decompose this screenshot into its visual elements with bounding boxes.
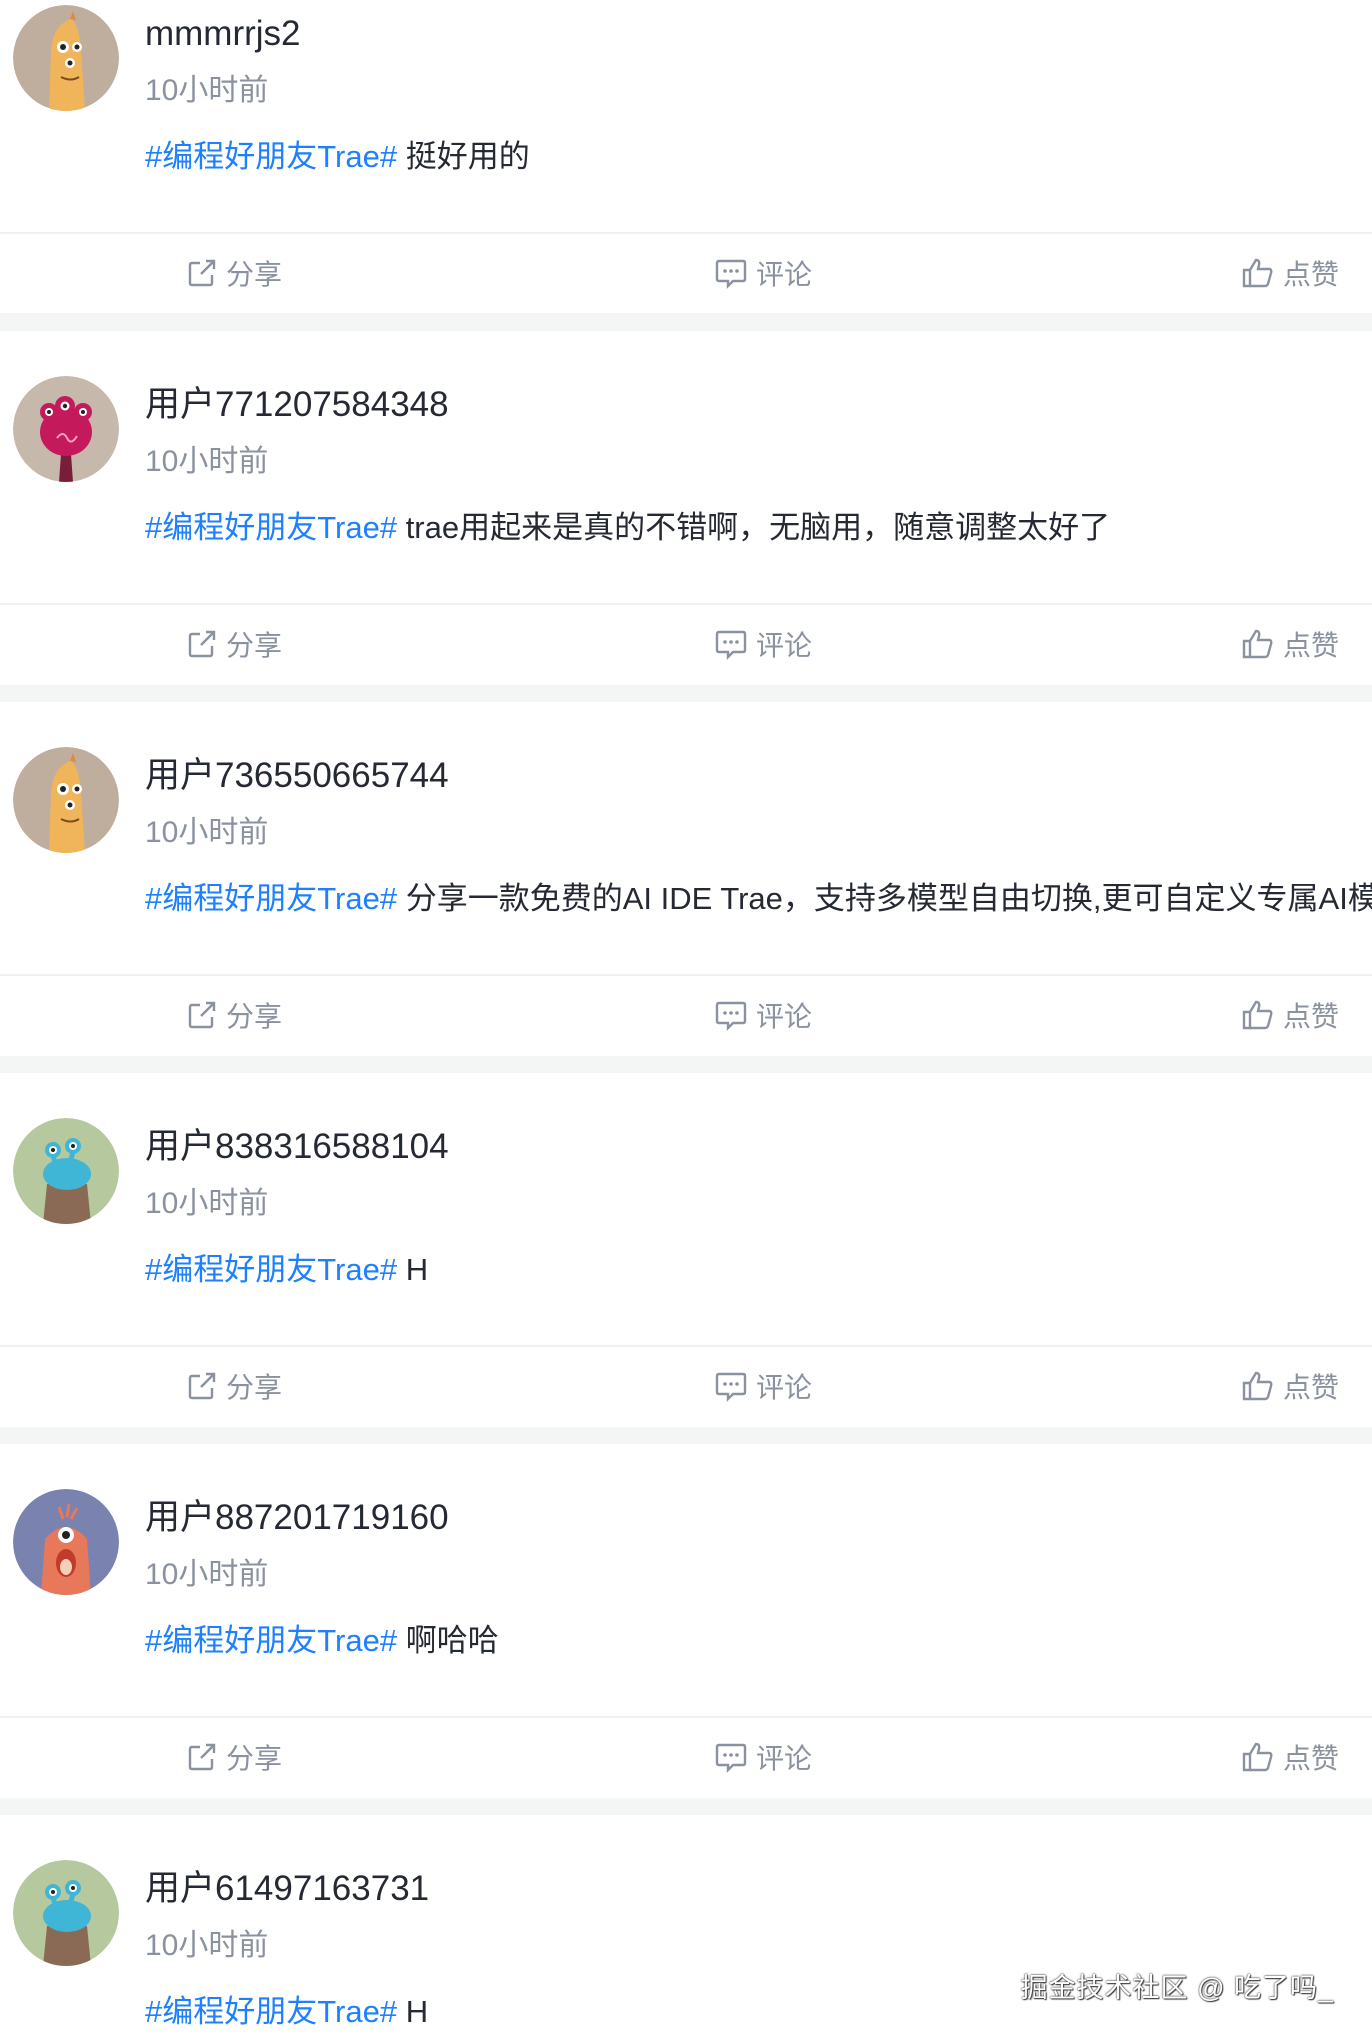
username[interactable]: 用户61497163731 (145, 1867, 429, 1911)
share-icon (188, 1743, 216, 1771)
watermark: 掘金技术社区 @ 吃了吗_ (1020, 1973, 1334, 2003)
action-bar: 分享 评论 点赞 (0, 603, 1372, 683)
share-label: 分享 (226, 630, 283, 661)
post-card: 用户736550665744 10小时前 #编程好朋友Trae# 分享一款免费的… (0, 702, 1372, 1056)
like-button[interactable]: 点赞 (1241, 976, 1339, 1054)
comment-button[interactable]: 评论 (714, 976, 812, 1054)
share-button[interactable]: 分享 (186, 1718, 282, 1796)
share-icon (188, 1372, 216, 1400)
topic-link[interactable]: #编程好朋友Trae# (145, 1252, 397, 1287)
topic-link[interactable]: #编程好朋友Trae# (145, 881, 397, 916)
orange-creature-avatar[interactable] (13, 747, 119, 853)
post-time: 10小时前 (145, 1929, 269, 1962)
comment-icon (715, 1743, 747, 1773)
orange-creature-avatar[interactable] (13, 5, 119, 111)
share-button[interactable]: 分享 (186, 976, 282, 1054)
share-icon (188, 630, 216, 658)
thumbs-up-icon (1242, 258, 1273, 288)
share-icon (188, 259, 216, 287)
teal-creature-avatar[interactable] (13, 1860, 119, 1966)
username[interactable]: 用户838316588104 (145, 1125, 449, 1169)
post-text: trae用起来是真的不错啊，无脑用，随意调整太好了 (397, 510, 1111, 545)
topic-link[interactable]: #编程好朋友Trae# (145, 139, 397, 174)
like-button[interactable]: 点赞 (1241, 234, 1339, 312)
post-content: #编程好朋友Trae# 分享一款免费的AI IDE Trae，支持多模型自由切换… (145, 877, 1372, 921)
comment-icon (715, 1372, 747, 1402)
comment-button[interactable]: 评论 (714, 1347, 812, 1425)
share-label: 分享 (226, 259, 283, 290)
post-time: 10小时前 (145, 74, 269, 107)
share-label: 分享 (226, 1001, 283, 1032)
post-text: 分享一款免费的AI IDE Trae，支持多模型自由切换,更可自定义专属AI模 (397, 881, 1372, 916)
share-button[interactable]: 分享 (186, 1347, 282, 1425)
like-label: 点赞 (1283, 1743, 1340, 1774)
action-bar: 分享 评论 点赞 (0, 974, 1372, 1054)
post-card: 用户771207584348 10小时前 #编程好朋友Trae# trae用起来… (0, 331, 1372, 685)
comment-icon (715, 1001, 747, 1031)
username[interactable]: 用户771207584348 (145, 383, 449, 427)
action-bar: 分享 评论 点赞 (0, 232, 1372, 312)
topic-link[interactable]: #编程好朋友Trae# (145, 1623, 397, 1658)
comment-button[interactable]: 评论 (714, 605, 812, 683)
thumbs-up-icon (1242, 1371, 1273, 1401)
username[interactable]: mmmrrjs2 (145, 12, 301, 56)
post-content: #编程好朋友Trae# H (145, 1248, 1372, 1292)
username[interactable]: 用户736550665744 (145, 754, 449, 798)
post-content: #编程好朋友Trae# 啊哈哈 (145, 1619, 1372, 1663)
post-time: 10小时前 (145, 1558, 269, 1591)
like-button[interactable]: 点赞 (1241, 605, 1339, 683)
like-label: 点赞 (1283, 630, 1340, 661)
action-bar: 分享 评论 点赞 (0, 1345, 1372, 1425)
comment-label: 评论 (756, 259, 813, 290)
like-label: 点赞 (1283, 1372, 1340, 1403)
teal-creature-avatar[interactable] (13, 1118, 119, 1224)
comment-label: 评论 (756, 1372, 813, 1403)
share-button[interactable]: 分享 (186, 234, 282, 312)
post-card: 用户838316588104 10小时前 #编程好朋友Trae# H 分享 评论… (0, 1073, 1372, 1427)
post-card: mmmrrjs2 10小时前 #编程好朋友Trae# 挺好用的 分享 评论 点赞 (0, 0, 1372, 313)
post-text: H (397, 1252, 429, 1287)
comment-button[interactable]: 评论 (714, 234, 812, 312)
share-label: 分享 (226, 1372, 283, 1403)
like-button[interactable]: 点赞 (1241, 1347, 1339, 1425)
post-time: 10小时前 (145, 445, 269, 478)
comment-label: 评论 (756, 1001, 813, 1032)
thumbs-up-icon (1242, 1000, 1273, 1030)
post-card: 用户887201719160 10小时前 #编程好朋友Trae# 啊哈哈 分享 … (0, 1444, 1372, 1798)
post-time: 10小时前 (145, 1187, 269, 1220)
post-content: #编程好朋友Trae# 挺好用的 (145, 135, 1372, 179)
comment-button[interactable]: 评论 (714, 1718, 812, 1796)
post-text: 啊哈哈 (397, 1623, 499, 1658)
thumbs-up-icon (1242, 1742, 1273, 1772)
like-label: 点赞 (1283, 259, 1340, 290)
thumbs-up-icon (1242, 629, 1273, 659)
share-label: 分享 (226, 1743, 283, 1774)
action-bar: 分享 评论 点赞 (0, 1716, 1372, 1796)
username[interactable]: 用户887201719160 (145, 1496, 449, 1540)
like-button[interactable]: 点赞 (1241, 1718, 1339, 1796)
post-time: 10小时前 (145, 816, 269, 849)
comment-icon (715, 630, 747, 660)
post-text: H (397, 1994, 429, 2029)
post-content: #编程好朋友Trae# trae用起来是真的不错啊，无脑用，随意调整太好了 (145, 506, 1372, 550)
coral-creature-avatar[interactable] (13, 1489, 119, 1595)
topic-link[interactable]: #编程好朋友Trae# (145, 510, 397, 545)
comment-label: 评论 (756, 1743, 813, 1774)
comment-icon (715, 259, 747, 289)
like-label: 点赞 (1283, 1001, 1340, 1032)
post-text: 挺好用的 (397, 139, 530, 174)
comment-label: 评论 (756, 630, 813, 661)
topic-link[interactable]: #编程好朋友Trae# (145, 1994, 397, 2029)
magenta-creature-avatar[interactable] (13, 376, 119, 482)
share-button[interactable]: 分享 (186, 605, 282, 683)
share-icon (188, 1001, 216, 1029)
